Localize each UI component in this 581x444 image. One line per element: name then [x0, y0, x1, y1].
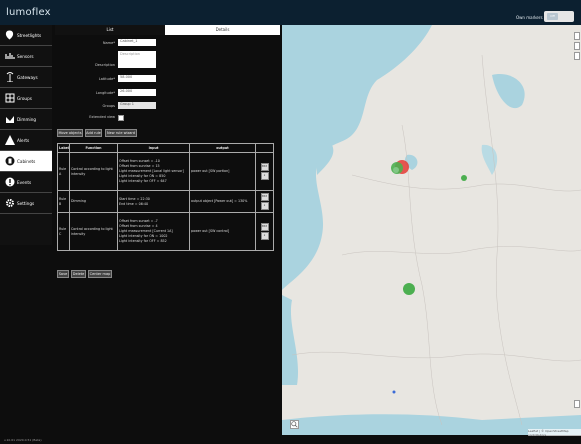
header-function: Function [69, 143, 118, 153]
rule-label: Rule C [57, 212, 70, 251]
name-label: Name* [102, 41, 115, 45]
sidebar-item-events[interactable]: Events [0, 172, 52, 193]
rule-input: Offset from sunset = -10 Offset from sun… [117, 152, 190, 191]
own-markers-label: Own markers [516, 15, 543, 20]
sidebar-item-gateways[interactable]: Gateways [0, 67, 52, 88]
move-objects-button[interactable]: Move objects [57, 129, 83, 137]
footer: v.10.61 2020.0.51 (Beta) [0, 436, 581, 444]
sidebar-item-dimming[interactable]: Dimming [0, 109, 52, 130]
extended-view-checkbox[interactable] [118, 115, 124, 121]
bell-icon [5, 177, 15, 187]
rule-output: power out [SW control] [189, 212, 256, 251]
rules-table: Label Function Input output Rule A Contr… [57, 143, 274, 251]
rule-actions: Edit x [255, 212, 274, 251]
cabinet-icon [5, 156, 15, 166]
table-row: Rule A Control according to light intens… [57, 152, 274, 191]
layers-button[interactable] [574, 400, 580, 408]
table-row: Rule B Dimming Start time = 22:30 End ti… [57, 190, 274, 213]
sidebar-item-cabinets[interactable]: Cabinets [0, 151, 52, 172]
sidebar-item-alerts[interactable]: Alerts [0, 130, 52, 151]
search-icon [291, 421, 298, 428]
sidebar: Streetlights Sensors Gateways Groups Dim… [0, 25, 52, 245]
rule-actions: Edit x [255, 152, 274, 191]
description-textarea[interactable]: Description [118, 51, 156, 68]
rule-function: Dimming [69, 190, 118, 213]
antenna-icon [5, 72, 15, 83]
name-input[interactable]: Cabinet_1 [118, 39, 156, 46]
rule-function: Control according to light intensity [69, 212, 118, 251]
rule-actions: Edit x [255, 190, 274, 213]
header-label: Label [57, 143, 70, 153]
details-panel: List Details Name* Cabinet_1 Description… [55, 25, 280, 435]
marker-single[interactable] [461, 175, 467, 181]
wifi-icon [5, 51, 15, 61]
rule-input: Start time = 22:30 End time = 06:40 [117, 190, 190, 213]
locate-button[interactable] [574, 52, 580, 60]
map-search-button[interactable] [290, 420, 299, 429]
edit-rule-button[interactable]: Edit [260, 193, 269, 201]
center-map-button[interactable]: Center map [88, 270, 112, 278]
edit-rule-button[interactable]: Edit [260, 163, 269, 171]
rule-input: Offset from sunset = -7 Offset from sunr… [117, 212, 190, 251]
rule-label: Rule B [57, 190, 70, 213]
sidebar-item-settings[interactable]: Settings [0, 193, 52, 214]
map-canvas [282, 25, 581, 435]
header-output: output [189, 143, 256, 153]
top-bar: lumoflex Own markers Off [0, 0, 581, 25]
rule-output: power out [SW portion] [189, 152, 256, 191]
longitude-label: Longitude* [95, 91, 115, 95]
toggle-knob: Off [547, 13, 558, 20]
delete-rule-button[interactable]: x [260, 202, 269, 210]
table-header-row: Label Function Input output [57, 143, 274, 153]
marker-cluster-south[interactable] [403, 283, 415, 295]
header-actions [255, 143, 274, 153]
zoom-out-button[interactable] [574, 42, 580, 50]
version-text: v.10.61 2020.0.51 (Beta) [4, 438, 42, 442]
description-label: Description [95, 63, 115, 67]
map-pin-icon [5, 30, 15, 40]
tab-list[interactable]: List [55, 25, 165, 35]
delete-rule-button[interactable]: x [260, 172, 269, 180]
new-rule-wizard-button[interactable]: New rule wizard [105, 129, 137, 137]
delete-button[interactable]: Delete [71, 270, 86, 278]
sidebar-item-sensors[interactable]: Sensors [0, 46, 52, 67]
save-button[interactable]: Save [57, 270, 69, 278]
sidebar-item-streetlights[interactable]: Streetlights [0, 25, 52, 46]
delete-rule-button[interactable]: x [260, 232, 269, 240]
chart-icon [5, 114, 15, 124]
app-logo: lumoflex [6, 7, 51, 18]
edit-rule-button[interactable]: Edit [260, 223, 269, 231]
marker-dot[interactable] [393, 167, 399, 173]
table-row: Rule C Control according to light intens… [57, 212, 274, 251]
groups-select[interactable]: Group 1 [118, 102, 156, 109]
extended-view-label: Extended view [89, 115, 115, 119]
gear-icon [5, 198, 15, 208]
groups-label: Groups [102, 104, 115, 108]
warning-icon [5, 135, 15, 145]
rule-function: Control according to light intensity [69, 152, 118, 191]
tab-details[interactable]: Details [165, 25, 280, 35]
header-input: Input [117, 143, 190, 153]
zoom-in-button[interactable] [574, 32, 580, 40]
add-rule-button[interactable]: Add rule [85, 129, 102, 137]
longitude-input[interactable]: 26.000 [118, 89, 156, 96]
latitude-input[interactable]: 58.000 [118, 75, 156, 82]
own-markers-toggle[interactable]: Off [544, 11, 574, 22]
map-view[interactable] [282, 25, 581, 435]
grid-icon [5, 93, 15, 103]
rule-label: Rule A [57, 152, 70, 191]
sidebar-item-groups[interactable]: Groups [0, 88, 52, 109]
rule-output: output object [Power out] = 130% [189, 190, 256, 213]
latitude-label: Latitude* [98, 77, 115, 81]
